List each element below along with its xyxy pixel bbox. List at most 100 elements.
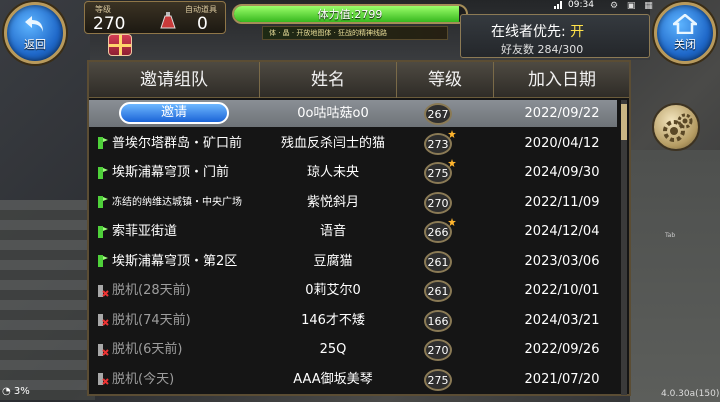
friend-level-badge: 166 (424, 309, 452, 332)
red-x-pin-icon (98, 314, 109, 326)
join-date: 2024/12/04 (524, 224, 600, 239)
location-text: 脱机(28天前) (112, 283, 191, 298)
friend-location: 脱机(今天) (97, 366, 174, 393)
red-x-pin-icon (98, 284, 109, 297)
battery-indicator: ◔ 3% (2, 386, 30, 397)
friend-name: 残血反杀闫士的猫 (280, 135, 385, 151)
location-text: 索菲亚街道 (112, 224, 178, 239)
friend-location: 索菲亚街道 (97, 218, 177, 245)
friend-level-badge: 270 (424, 339, 452, 361)
stamina-text: 体力值:2799 (317, 8, 383, 21)
scrollbar-thumb[interactable] (621, 104, 627, 140)
friend-level-badge: 261 (424, 250, 452, 273)
invite-button[interactable]: 邀请 (119, 102, 229, 124)
header-invite: 邀请组队 (140, 70, 208, 90)
join-date: 2024/03/21 (524, 312, 600, 328)
online-state: 开 (570, 24, 585, 40)
location-text: 脱机(今天) (112, 371, 175, 387)
friend-location: 脱机(74天前) (97, 307, 191, 334)
gear-icon (663, 113, 693, 142)
buff-bar: 体 · 晶 · 开放地图体 · 狂战的精神线路 (262, 26, 448, 40)
friend-name: AAA御坂美琴 (293, 371, 373, 387)
player-stats: 等级 270 自动道具 0 (84, 1, 226, 34)
version-label: 4.0.30a(150) (661, 389, 720, 399)
header-level: 等级 (428, 70, 462, 90)
scene-wall (630, 150, 720, 402)
friend-level-badge: 275 (424, 368, 452, 391)
level-value: 270 (93, 14, 126, 34)
red-x-pin-icon (98, 373, 109, 385)
join-date: 2023/03/06 (524, 253, 600, 269)
friend-location: 埃斯浦幕穹顶・门前 (97, 159, 229, 186)
potion-icon (160, 12, 176, 29)
join-date: 2021/07/20 (524, 371, 600, 387)
scrollbar[interactable] (621, 100, 627, 395)
gift-box-icon[interactable] (108, 34, 132, 56)
status-icons: ⚙ ▣ ▦ (610, 1, 656, 11)
scene-stairs (0, 200, 95, 400)
friend-level-badge: 261 (424, 280, 452, 302)
join-date: 2022/11/09 (524, 194, 600, 210)
online-priority: 在线者优先: 开 (491, 21, 584, 41)
buff-text: 体 · 晶 · 开放地图体 · 狂战的精神线路 (269, 29, 388, 37)
location-text: 脱机(6天前) (112, 342, 183, 357)
location-text: 脱机(74天前) (112, 312, 191, 328)
friend-row[interactable]: 脱机(74天前) 146才不矮 166 2024/03/21 (89, 307, 617, 334)
online-label: 在线者优先: (491, 24, 571, 40)
clock: 09:34 (568, 0, 594, 10)
friend-level-badge: 267 (424, 103, 452, 125)
settings-button[interactable] (652, 103, 700, 151)
friend-row[interactable]: 索菲亚街道 语音 266 2024/12/04 (89, 218, 617, 245)
friend-name: 0o咕咕菇o0 (297, 106, 369, 121)
close-label: 关闭 (674, 38, 696, 51)
tab-hint: Tab (665, 232, 676, 239)
red-x-pin-icon (98, 343, 109, 356)
green-map-pin-icon (98, 137, 108, 149)
table-header: 邀请组队 姓名 等级 加入日期 (89, 62, 629, 98)
signal-icon (554, 1, 562, 9)
location-text: 普埃尔塔群岛・矿口前 (112, 135, 243, 151)
friend-name: 豆腐猫 (313, 253, 353, 269)
star-icon (448, 129, 456, 138)
friend-row[interactable]: 埃斯浦幕穹顶・第2区 豆腐猫 261 2023/03/06 (89, 248, 617, 275)
friend-name: 25Q (319, 342, 347, 357)
battery-value: 3% (13, 386, 30, 397)
home-icon (673, 14, 697, 34)
friends-count: 好友数 284/300 (501, 43, 584, 56)
back-button[interactable]: 返回 (4, 2, 66, 64)
friend-row[interactable]: 埃斯浦幕穹顶・门前 琼人未央 275 2024/09/30 (89, 159, 617, 186)
star-icon (448, 159, 456, 167)
stamina-bar: 体力值:2799 (232, 4, 468, 24)
green-map-pin-icon (98, 255, 108, 267)
friend-row[interactable]: 冻结的纳维达城镇・中央广场 紫悦斜月 270 2022/11/09 (89, 189, 617, 216)
friend-row[interactable]: 脱机(6天前) 25Q 270 2022/09/26 (89, 336, 617, 363)
item-value: 0 (197, 14, 208, 34)
friend-list-panel: 邀请组队 姓名 等级 加入日期 邀请 0o咕咕菇o0 267 2022/09/22 普埃… (87, 60, 631, 396)
friend-location: 脱机(6天前) (97, 336, 182, 363)
join-date: 2022/09/26 (524, 342, 600, 357)
friend-row[interactable]: 普埃尔塔群岛・矿口前 残血反杀闫士的猫 273 2020/04/12 (89, 129, 617, 157)
location-text: 埃斯浦幕穹顶・第2区 (112, 253, 238, 269)
friend-location: 埃斯浦幕穹顶・第2区 (97, 248, 237, 275)
location-text: 埃斯浦幕穹顶・门前 (112, 165, 230, 180)
friend-row[interactable]: 脱机(今天) AAA御坂美琴 275 2021/07/20 (89, 366, 617, 393)
friend-name: 0莉艾尔0 (305, 283, 361, 298)
join-date: 2024/09/30 (524, 165, 600, 180)
close-button[interactable]: 关闭 (654, 2, 716, 64)
friend-name: 语音 (319, 224, 346, 239)
friend-row[interactable]: 邀请 0o咕咕菇o0 267 2022/09/22 (89, 100, 617, 127)
online-priority-box[interactable]: 在线者优先: 开 好友数 284/300 (460, 14, 650, 58)
join-date: 2022/09/22 (524, 106, 600, 121)
friend-name: 紫悦斜月 (306, 194, 359, 210)
battery-icon: ◔ (2, 386, 11, 397)
friend-location: 冻结的纳维达城镇・中央广场 (97, 189, 242, 216)
friend-level-badge: 270 (424, 191, 452, 214)
friend-location: 普埃尔塔群岛・矿口前 (97, 130, 242, 157)
header-join-date: 加入日期 (528, 70, 596, 90)
green-map-pin-icon (98, 225, 108, 238)
return-arrow-icon (25, 16, 43, 32)
join-date: 2022/10/01 (524, 283, 600, 298)
green-map-pin-icon (98, 195, 108, 208)
header-name: 姓名 (311, 70, 345, 90)
friend-row[interactable]: 脱机(28天前) 0莉艾尔0 261 2022/10/01 (89, 277, 617, 304)
